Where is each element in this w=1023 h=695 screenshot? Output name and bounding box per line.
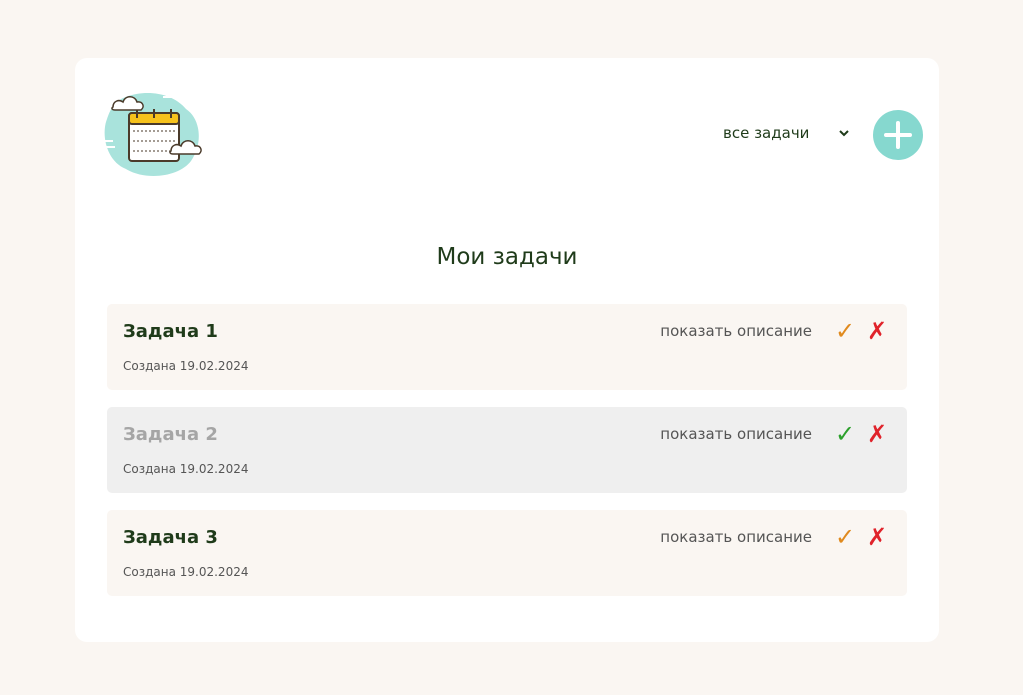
task-title: Задача 2 bbox=[123, 424, 218, 445]
task-filter-select[interactable]: все задачи bbox=[723, 124, 850, 142]
delete-task-icon[interactable]: ✗ bbox=[867, 316, 887, 346]
delete-task-icon[interactable]: ✗ bbox=[867, 522, 887, 552]
task-created-date: Создана 19.02.2024 bbox=[123, 359, 249, 373]
show-description-link[interactable]: показать описание bbox=[660, 425, 812, 443]
chevron-down-icon bbox=[839, 127, 850, 140]
todo-card: все задачи Мои задачи Задача 1 Создана 1… bbox=[75, 58, 939, 642]
task-item: Задача 2 Создана 19.02.2024 показать опи… bbox=[107, 407, 907, 493]
task-created-date: Создана 19.02.2024 bbox=[123, 462, 249, 476]
complete-task-icon[interactable]: ✓ bbox=[835, 522, 855, 552]
calendar-clouds-icon bbox=[101, 89, 205, 179]
complete-task-icon[interactable]: ✓ bbox=[835, 316, 855, 346]
delete-task-icon[interactable]: ✗ bbox=[867, 419, 887, 449]
show-description-link[interactable]: показать описание bbox=[660, 322, 812, 340]
task-item: Задача 3 Создана 19.02.2024 показать опи… bbox=[107, 510, 907, 596]
task-title: Задача 3 bbox=[123, 527, 218, 548]
task-list: Задача 1 Создана 19.02.2024 показать опи… bbox=[107, 304, 907, 613]
add-task-button[interactable] bbox=[873, 110, 923, 160]
plus-icon bbox=[873, 121, 923, 163]
page-title: Мои задачи bbox=[436, 244, 578, 270]
task-title: Задача 1 bbox=[123, 321, 218, 342]
task-item: Задача 1 Создана 19.02.2024 показать опи… bbox=[107, 304, 907, 390]
complete-task-icon[interactable]: ✓ bbox=[835, 419, 855, 449]
task-created-date: Создана 19.02.2024 bbox=[123, 565, 249, 579]
filter-label: все задачи bbox=[723, 124, 810, 142]
show-description-link[interactable]: показать описание bbox=[660, 528, 812, 546]
